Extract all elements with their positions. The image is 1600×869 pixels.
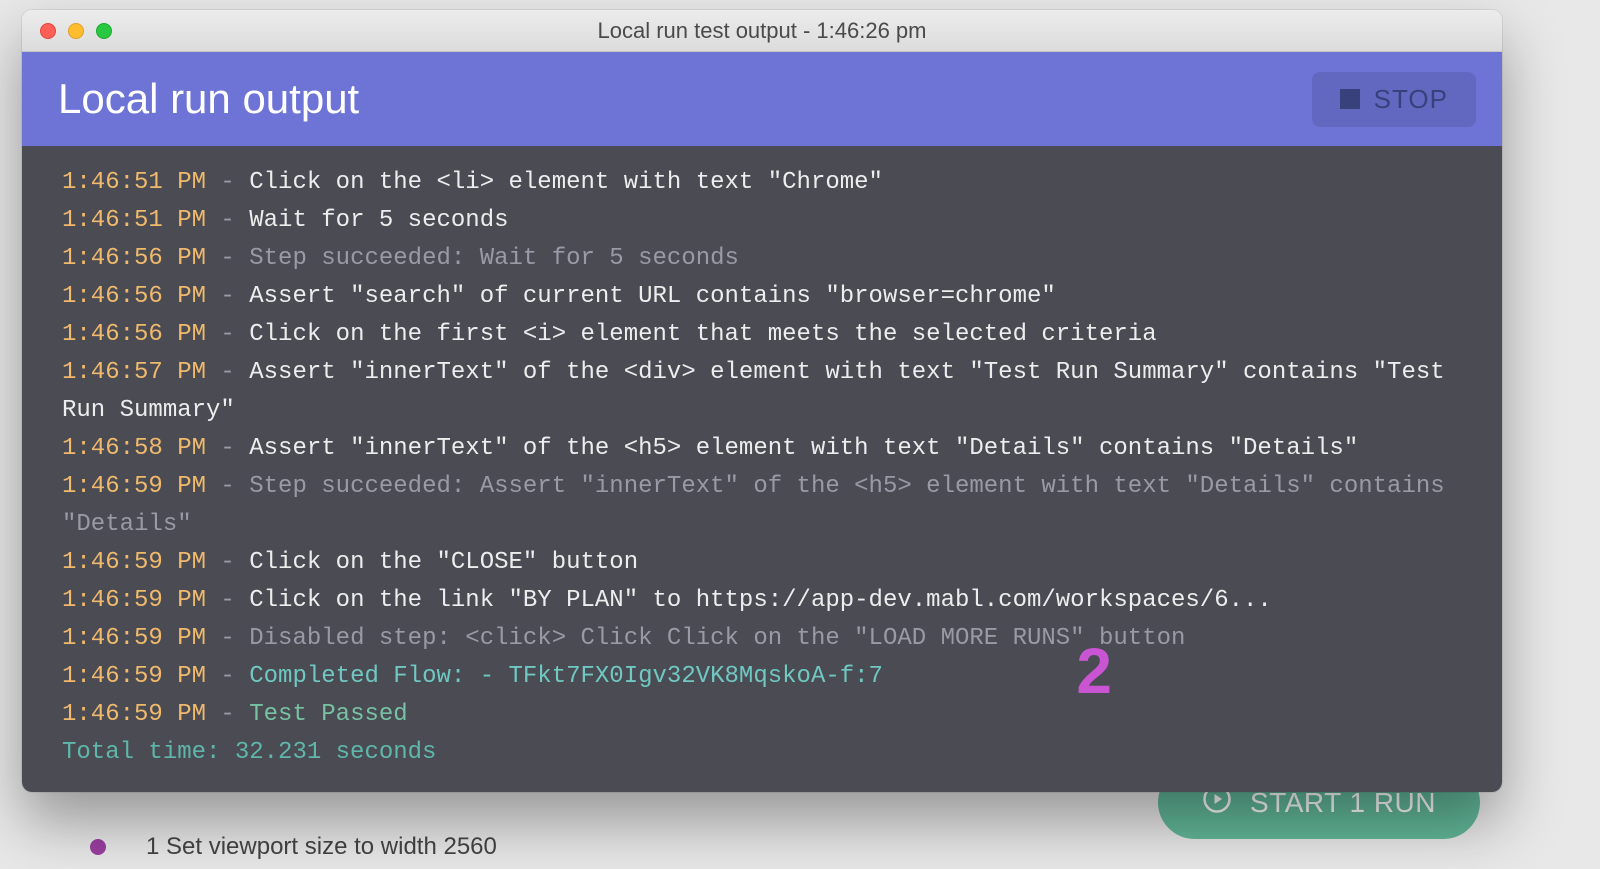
traffic-lights [40,23,112,39]
log-separator: - [206,245,249,272]
log-line: 1:46:59 PM - Step succeeded: Assert "inn… [62,468,1484,544]
log-line: 1:46:51 PM - Wait for 5 seconds [62,202,1484,240]
close-icon[interactable] [40,23,56,39]
log-line: 1:46:58 PM - Assert "innerText" of the <… [62,430,1484,468]
log-separator: - [206,321,249,348]
log-timestamp: 1:46:59 PM [62,549,206,576]
panel-title: Local run output [58,75,359,123]
log-timestamp: 1:46:56 PM [62,245,206,272]
total-time-line: Total time: 32.231 seconds [62,734,1484,772]
log-message: Click on the <li> element with text "Chr… [249,169,883,196]
log-timestamp: 1:46:59 PM [62,587,206,614]
log-timestamp: 1:46:57 PM [62,359,206,386]
log-separator: - [206,587,249,614]
minimize-icon[interactable] [68,23,84,39]
log-separator: - [206,625,249,652]
log-separator: - [206,207,249,234]
log-message: Test Passed [249,701,407,728]
output-window: Local run test output - 1:46:26 pm Local… [22,10,1502,792]
log-separator: - [206,435,249,462]
log-timestamp: 1:46:58 PM [62,435,206,462]
log-message: Disabled step: <click> Click Click on th… [249,625,1185,652]
log-timestamp: 1:46:59 PM [62,663,206,690]
log-message: Assert "innerText" of the <h5> element w… [249,435,1358,462]
log-line: 1:46:56 PM - Step succeeded: Wait for 5 … [62,240,1484,278]
stop-icon [1340,89,1360,109]
panel-header: Local run output STOP [22,52,1502,146]
log-message: Step succeeded: Assert "innerText" of th… [62,473,1445,538]
log-message: Wait for 5 seconds [249,207,508,234]
log-timestamp: 1:46:51 PM [62,169,206,196]
step-bullet-icon [90,839,106,855]
log-line: 1:46:59 PM - Click on the "CLOSE" button [62,544,1484,582]
log-timestamp: 1:46:59 PM [62,473,206,500]
window-titlebar[interactable]: Local run test output - 1:46:26 pm [22,10,1502,52]
log-separator: - [206,473,249,500]
log-timestamp: 1:46:59 PM [62,701,206,728]
log-separator: - [206,359,249,386]
background-step-row: 1 Set viewport size to width 2560 [90,833,497,861]
log-separator: - [206,283,249,310]
log-message: Assert "search" of current URL contains … [249,283,1056,310]
maximize-icon[interactable] [96,23,112,39]
log-line: 1:46:56 PM - Assert "search" of current … [62,278,1484,316]
log-line: 1:46:51 PM - Click on the <li> element w… [62,164,1484,202]
log-separator: - [206,169,249,196]
log-message: Click on the first <i> element that meet… [249,321,1156,348]
log-line: 1:46:56 PM - Click on the first <i> elem… [62,316,1484,354]
log-message: Assert "innerText" of the <div> element … [62,359,1445,424]
terminal-output[interactable]: 1:46:51 PM - Click on the <li> element w… [22,146,1502,792]
log-separator: - [206,701,249,728]
log-line: 1:46:59 PM - Disabled step: <click> Clic… [62,620,1484,658]
stop-label: STOP [1374,84,1448,115]
log-separator: - [206,663,249,690]
log-timestamp: 1:46:59 PM [62,625,206,652]
log-message: Click on the "CLOSE" button [249,549,638,576]
log-message: Completed Flow: - TFkt7FX0Igv32VK8MqskoA… [249,663,883,690]
log-line: 1:46:59 PM - Click on the link "BY PLAN"… [62,582,1484,620]
background-step-text: 1 Set viewport size to width 2560 [146,833,497,861]
log-separator: - [206,549,249,576]
log-line: 1:46:59 PM - Completed Flow: - TFkt7FX0I… [62,658,1484,696]
log-line: 1:46:59 PM - Test Passed [62,696,1484,734]
stop-button[interactable]: STOP [1312,72,1476,127]
log-timestamp: 1:46:51 PM [62,207,206,234]
log-timestamp: 1:46:56 PM [62,283,206,310]
log-line: 1:46:57 PM - Assert "innerText" of the <… [62,354,1484,430]
log-message: Step succeeded: Wait for 5 seconds [249,245,739,272]
log-message: Click on the link "BY PLAN" to https://a… [249,587,1272,614]
log-timestamp: 1:46:56 PM [62,321,206,348]
annotation-marker: 2 [1076,652,1112,690]
window-title: Local run test output - 1:46:26 pm [22,18,1502,44]
